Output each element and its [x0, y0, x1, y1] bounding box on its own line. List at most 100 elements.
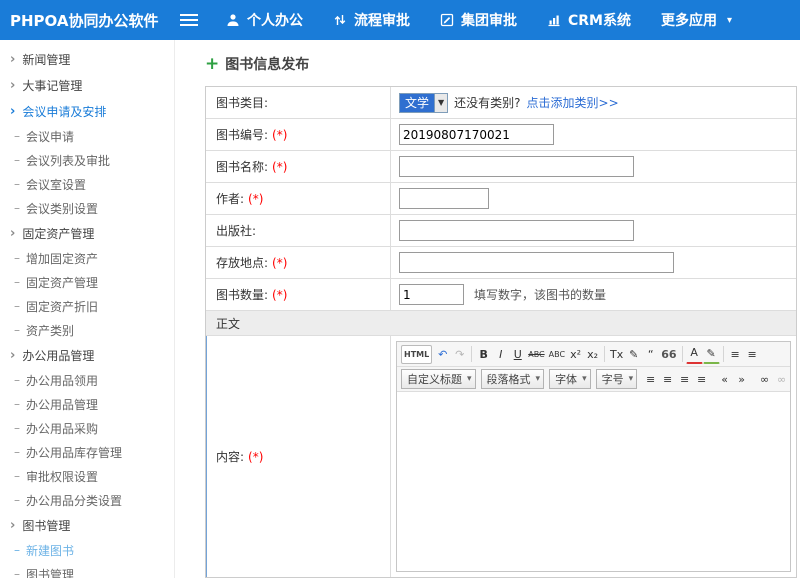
font-color-icon[interactable]: A	[686, 345, 703, 364]
align-left-icon[interactable]: ≡	[642, 370, 659, 389]
book-name-input[interactable]	[399, 156, 634, 177]
unordered-list-icon[interactable]: ≡	[744, 345, 761, 364]
indent-increase-icon[interactable]: »	[733, 370, 750, 389]
bar-chart-icon	[547, 13, 561, 27]
sidebar-item-5-1[interactable]: –图书管理	[0, 562, 174, 578]
align-right-icon[interactable]: ≡	[676, 370, 693, 389]
quantity-input[interactable]	[399, 284, 464, 305]
dash-icon: –	[14, 275, 20, 289]
indent-decrease-icon[interactable]: «	[716, 370, 733, 389]
sidebar-group-4[interactable]: ›办公用品管理	[0, 342, 174, 368]
dash-icon: –	[14, 543, 20, 557]
align-justify-icon[interactable]: ≡	[693, 370, 710, 389]
editor-toolbar-row1: HTML↶↷BIUABCABCx²x₂Tx✎“66A✎≡≡	[397, 342, 790, 367]
sidebar-item-2-3[interactable]: –会议类别设置	[0, 196, 174, 220]
sidebar-item-3-2[interactable]: –固定资产折旧	[0, 294, 174, 318]
paragraph-format-select-label: 段落格式	[487, 371, 531, 387]
sidebar-item-4-1[interactable]: –办公用品管理	[0, 392, 174, 416]
sidebar-group-label: 新闻管理	[22, 51, 70, 68]
nav-personal-office[interactable]: 个人办公	[226, 10, 303, 30]
sidebar-item-4-4[interactable]: –审批权限设置	[0, 464, 174, 488]
sidebar-group-2[interactable]: ›会议申请及安排	[0, 98, 174, 124]
add-category-link[interactable]: 点击添加类别>>	[527, 94, 619, 111]
dash-icon: –	[14, 421, 20, 435]
paragraph-format-select[interactable]: 段落格式▾	[481, 369, 545, 389]
spellcheck-icon[interactable]: ABC	[547, 345, 567, 364]
sidebar-item-2-0[interactable]: –会议申请	[0, 124, 174, 148]
user-icon	[226, 13, 240, 27]
remove-format-icon[interactable]: Tx	[608, 345, 625, 364]
topbar: PHPOA协同办公软件 个人办公流程审批集团审批CRM系统更多应用▾	[0, 0, 800, 40]
blockquote-icon[interactable]: “	[642, 345, 659, 364]
nav-crm-system[interactable]: CRM系统	[547, 10, 631, 30]
ordered-list-icon[interactable]: ≡	[727, 345, 744, 364]
hamburger-menu-icon[interactable]	[168, 0, 210, 40]
form-row-book-number: 图书编号: (*)	[206, 119, 796, 151]
format-painter-icon[interactable]: ✎	[625, 345, 642, 364]
chevron-right-icon: ›	[10, 104, 15, 119]
bold-icon[interactable]: B	[475, 345, 492, 364]
strikethrough-icon[interactable]: ABC	[526, 345, 546, 364]
sidebar-group-5[interactable]: ›图书管理	[0, 512, 174, 538]
book-number-input[interactable]	[399, 124, 554, 145]
book-number-label: 图书编号:	[216, 126, 268, 143]
redo-icon[interactable]: ↷	[451, 345, 468, 364]
underline-icon[interactable]: U	[509, 345, 526, 364]
sidebar-group-1[interactable]: ›大事记管理	[0, 72, 174, 98]
italic-icon[interactable]: I	[492, 345, 509, 364]
dash-icon: –	[14, 251, 20, 265]
font-family-select-label: 字体	[555, 371, 577, 387]
form-row-location: 存放地点: (*)	[206, 247, 796, 279]
publisher-input[interactable]	[399, 220, 634, 241]
body-section-label: 正文	[216, 315, 240, 332]
caret-down-icon: ▾	[629, 374, 634, 384]
dash-icon: –	[14, 373, 20, 387]
custom-title-select[interactable]: 自定义标题▾	[401, 369, 476, 389]
toolbar-separator	[604, 346, 605, 362]
sidebar-item-4-0[interactable]: –办公用品领用	[0, 368, 174, 392]
editor-toolbar-row2: 自定义标题▾段落格式▾字体▾字号▾≡≡≡≡«»∞∞▦⊞	[397, 367, 790, 392]
sidebar-item-label: 增加固定资产	[26, 250, 98, 267]
font-family-select[interactable]: 字体▾	[549, 369, 591, 389]
nav-more-apps[interactable]: 更多应用▾	[661, 10, 732, 30]
editor-content-area[interactable]	[397, 392, 790, 571]
location-input[interactable]	[399, 252, 674, 273]
sidebar-item-3-1[interactable]: –固定资产管理	[0, 270, 174, 294]
subscript-icon[interactable]: x₂	[584, 345, 601, 364]
nav-label: 流程审批	[354, 10, 410, 30]
nav-label: 更多应用	[661, 10, 717, 30]
quantity-label: 图书数量:	[216, 286, 268, 303]
author-input[interactable]	[399, 188, 489, 209]
form-row-author: 作者: (*)	[206, 183, 796, 215]
sidebar-item-2-1[interactable]: –会议列表及审批	[0, 148, 174, 172]
source-icon[interactable]: HTML	[401, 345, 432, 364]
sidebar-item-3-3[interactable]: –资产类别	[0, 318, 174, 342]
sidebar-item-4-5[interactable]: –办公用品分类设置	[0, 488, 174, 512]
unlink-icon[interactable]: ∞	[773, 370, 790, 389]
sidebar-item-3-0[interactable]: –增加固定资产	[0, 246, 174, 270]
highlight-icon[interactable]: ✎	[703, 345, 720, 364]
nav-workflow-approval[interactable]: 流程审批	[333, 10, 410, 30]
font-size-select[interactable]: 字号▾	[596, 369, 638, 389]
toolbar-separator	[682, 346, 683, 362]
required-mark: (*)	[272, 160, 287, 174]
sidebar-item-4-3[interactable]: –办公用品库存管理	[0, 440, 174, 464]
sidebar-item-label: 办公用品采购	[26, 420, 98, 437]
undo-icon[interactable]: ↶	[434, 345, 451, 364]
nav-group-approval[interactable]: 集团审批	[440, 10, 517, 30]
link-icon[interactable]: ∞	[756, 370, 773, 389]
sidebar-group-3[interactable]: ›固定资产管理	[0, 220, 174, 246]
category-select[interactable]: 文学▼	[399, 93, 448, 113]
sidebar-item-5-0[interactable]: –新建图书	[0, 538, 174, 562]
sidebar-item-4-2[interactable]: –办公用品采购	[0, 416, 174, 440]
sidebar-item-2-2[interactable]: –会议室设置	[0, 172, 174, 196]
sidebar-item-label: 会议室设置	[26, 176, 86, 193]
book-form: 图书类目: 文学▼ 还没有类别? 点击添加类别>> 图书编号: (*)	[205, 86, 797, 578]
form-row-category: 图书类目: 文学▼ 还没有类别? 点击添加类别>>	[206, 87, 796, 119]
layout: ›新闻管理›大事记管理›会议申请及安排–会议申请–会议列表及审批–会议室设置–会…	[0, 40, 800, 578]
quote-icon[interactable]: 66	[659, 345, 678, 364]
superscript-icon[interactable]: x²	[567, 345, 584, 364]
topbar-nav: 个人办公 流程审批 集团审批 CRM系统 更多应用▾	[226, 10, 732, 30]
align-center-icon[interactable]: ≡	[659, 370, 676, 389]
sidebar-group-0[interactable]: ›新闻管理	[0, 46, 174, 72]
